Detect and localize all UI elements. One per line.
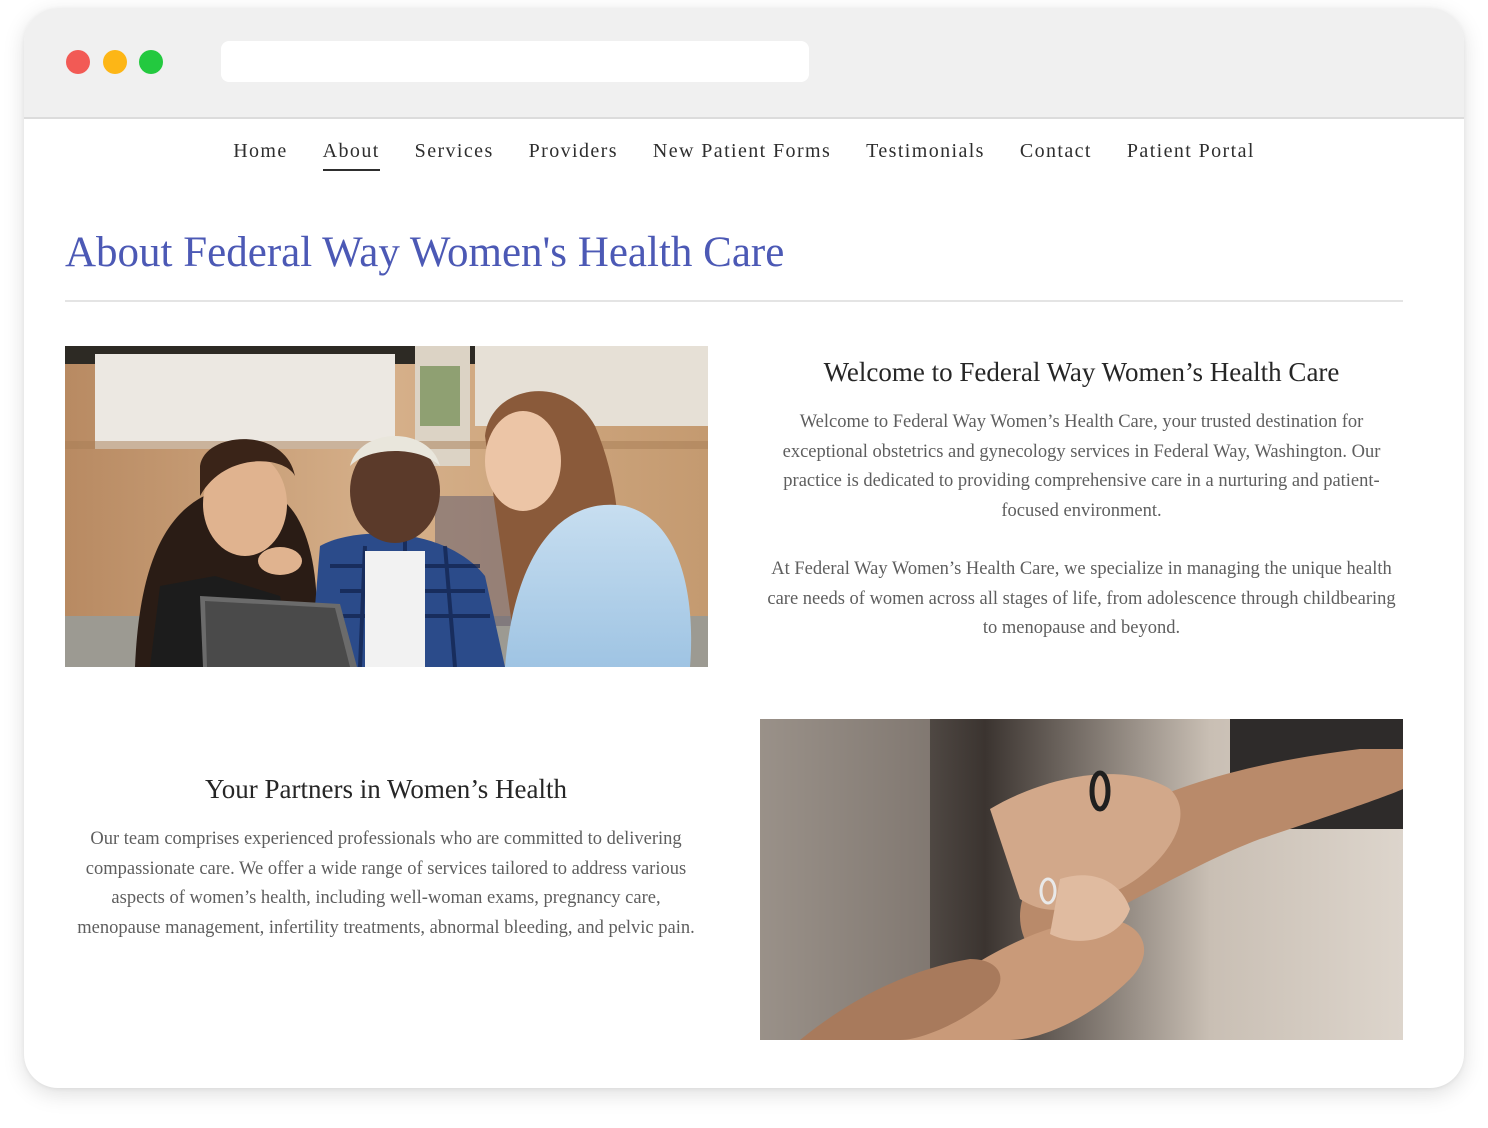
nav-item-new-patient-forms[interactable]: New Patient Forms xyxy=(653,140,831,171)
nav-item-contact[interactable]: Contact xyxy=(1020,140,1092,171)
partners-section: Your Partners in Women’s Health Our team… xyxy=(72,774,700,943)
nav-item-about[interactable]: About xyxy=(322,140,380,171)
minimize-window-button[interactable] xyxy=(103,50,127,74)
title-divider xyxy=(65,300,1403,302)
browser-chrome xyxy=(24,8,1464,119)
welcome-heading: Welcome to Federal Way Women’s Health Ca… xyxy=(823,357,1340,387)
address-bar[interactable] xyxy=(221,41,809,82)
nav-item-patient-portal[interactable]: Patient Portal xyxy=(1127,140,1255,171)
women-with-laptop-photo xyxy=(65,346,708,667)
maximize-window-button[interactable] xyxy=(139,50,163,74)
browser-window: Home About Services Providers New Patien… xyxy=(24,8,1464,1088)
page-title: About Federal Way Women's Health Care xyxy=(65,229,785,276)
nav-item-providers[interactable]: Providers xyxy=(529,140,618,171)
close-window-button[interactable] xyxy=(66,50,90,74)
welcome-paragraph-2: At Federal Way Women’s Health Care, we s… xyxy=(767,559,1396,638)
nav-item-testimonials[interactable]: Testimonials xyxy=(866,140,985,171)
nav-item-home[interactable]: Home xyxy=(233,140,287,171)
welcome-paragraph-1: Welcome to Federal Way Women’s Health Ca… xyxy=(782,412,1381,521)
holding-hands-photo xyxy=(760,719,1403,1040)
partners-heading: Your Partners in Women’s Health xyxy=(204,774,568,804)
partners-paragraph: Our team comprises experienced professio… xyxy=(77,829,695,938)
nav-item-services[interactable]: Services xyxy=(415,140,494,171)
welcome-section: Welcome to Federal Way Women’s Health Ca… xyxy=(760,357,1403,644)
main-navigation: Home About Services Providers New Patien… xyxy=(24,140,1464,171)
